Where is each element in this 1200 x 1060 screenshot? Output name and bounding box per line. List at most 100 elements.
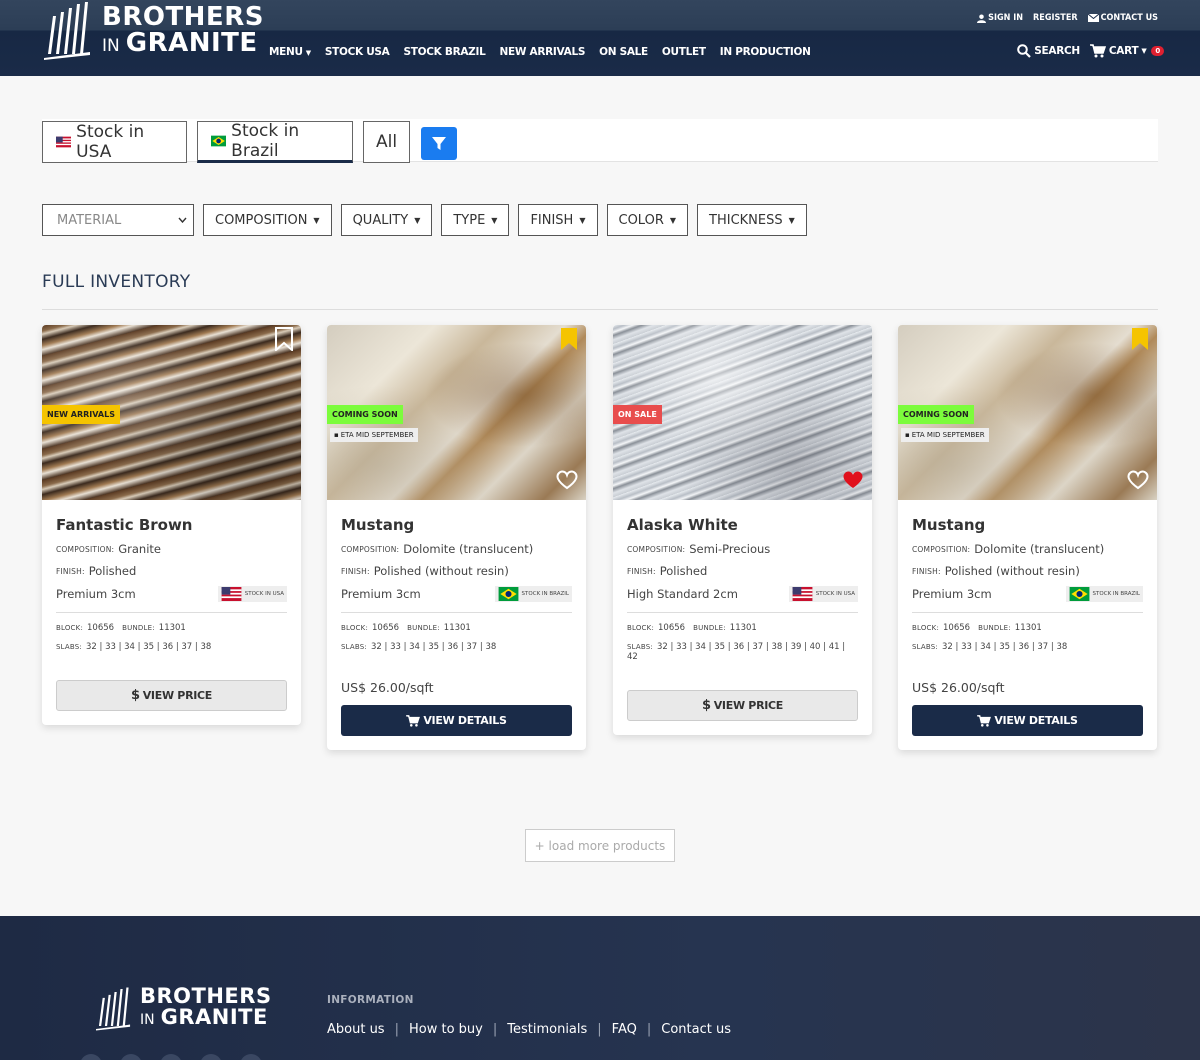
- coming-soon-badge: COMING SOON: [898, 405, 974, 424]
- cart-button[interactable]: CART ▼ 0: [1089, 44, 1164, 58]
- thickness-dropdown[interactable]: THICKNESS ▼: [697, 204, 807, 236]
- caret-down-icon: ▼: [305, 49, 311, 57]
- type-dropdown[interactable]: TYPE ▼: [441, 204, 510, 236]
- finish-value: Polished (without resin): [373, 564, 509, 578]
- block-label: BLOCK:: [341, 624, 368, 632]
- sign-in-link[interactable]: SIGN IN: [977, 13, 1023, 23]
- view-details-button[interactable]: VIEW DETAILS: [912, 705, 1143, 736]
- caret-down-icon: ▼: [788, 215, 795, 225]
- quality-value: Premium 3cm: [56, 587, 136, 601]
- slabs-value: 32 | 33 | 34 | 35 | 36 | 37 | 38: [370, 642, 497, 652]
- load-more-button[interactable]: + load more products: [525, 829, 675, 862]
- product-price: US$ 26.00/sqft: [912, 680, 1005, 695]
- product-image[interactable]: COMING SOON ▪ ETA MID SEPTEMBER: [327, 325, 586, 500]
- quality-value: Premium 3cm: [341, 587, 421, 601]
- nav-outlet[interactable]: OUTLET: [662, 46, 706, 58]
- product-name[interactable]: Fantastic Brown: [56, 516, 287, 534]
- tab-stock-usa[interactable]: Stock in USA: [42, 121, 187, 163]
- bookmark-outline-icon[interactable]: [275, 327, 293, 351]
- logo-in: IN: [102, 35, 120, 56]
- composition-dropdown[interactable]: COMPOSITION ▼: [203, 204, 332, 236]
- search-label: SEARCH: [1034, 45, 1080, 57]
- nav-on-sale[interactable]: ON SALE: [599, 46, 648, 58]
- footer-link-contact[interactable]: Contact us: [661, 1022, 731, 1037]
- view-price-button[interactable]: $ VIEW PRICE: [56, 680, 287, 711]
- social-icon[interactable]: [120, 1054, 142, 1060]
- finish-label: FINISH:: [912, 566, 941, 576]
- tab-stock-brazil[interactable]: Stock in Brazil: [197, 121, 353, 163]
- footer-link-faq[interactable]: FAQ: [612, 1022, 637, 1037]
- product-name[interactable]: Mustang: [341, 516, 572, 534]
- bookmark-filled-icon[interactable]: [560, 327, 578, 351]
- product-name[interactable]: Alaska White: [627, 516, 858, 534]
- footer-link-how-to-buy[interactable]: How to buy: [409, 1022, 483, 1037]
- finish-label: FINISH:: [341, 566, 370, 576]
- social-icon[interactable]: [200, 1054, 222, 1060]
- quality-dropdown[interactable]: QUALITY ▼: [340, 204, 433, 236]
- caret-down-icon: ▼: [579, 215, 586, 225]
- search-button[interactable]: SEARCH: [1017, 44, 1080, 58]
- nav-in-production[interactable]: IN PRODUCTION: [720, 46, 811, 58]
- tab-all[interactable]: All: [363, 121, 410, 163]
- filter-toggle-button[interactable]: [421, 127, 457, 160]
- slabs-value: 32 | 33 | 34 | 35 | 36 | 37 | 38 | 39 | …: [627, 642, 846, 662]
- slabs-label: SLABS:: [341, 643, 367, 651]
- brazil-flag-icon: [211, 135, 227, 147]
- contact-link[interactable]: CONTACT US: [1087, 13, 1158, 23]
- view-price-label: VIEW PRICE: [142, 689, 213, 702]
- product-image[interactable]: COMING SOON ▪ ETA MID SEPTEMBER: [898, 325, 1157, 500]
- stock-location-label: STOCK IN USA: [815, 591, 855, 597]
- footer-links: About us | How to buy | Testimonials | FAQ |…: [327, 1022, 731, 1037]
- calendar-icon: ▪: [905, 431, 910, 439]
- product-card: NEW ARRIVALS Fantastic Brown COMPOSITION…: [42, 325, 301, 725]
- composition-label: COMPOSITION:: [912, 544, 971, 554]
- view-details-button[interactable]: VIEW DETAILS: [341, 705, 572, 736]
- logo-in: IN: [140, 1012, 155, 1028]
- coming-soon-badge: COMING SOON: [327, 405, 403, 424]
- view-details-label: VIEW DETAILS: [994, 714, 1078, 727]
- block-label: BLOCK:: [627, 624, 654, 632]
- nav-new-arrivals[interactable]: NEW ARRIVALS: [500, 46, 586, 58]
- quality-dropdown-label: QUALITY: [352, 212, 409, 228]
- product-image[interactable]: NEW ARRIVALS: [42, 325, 301, 500]
- material-select[interactable]: MATERIAL: [42, 204, 194, 236]
- stock-location-label: STOCK IN BRAZIL: [521, 591, 569, 597]
- nav-menu[interactable]: MENU ▼: [269, 46, 311, 58]
- footer-logo[interactable]: BROTHERS IN GRANITE: [96, 986, 272, 1031]
- finish-dropdown-label: FINISH: [530, 212, 574, 228]
- social-icon[interactable]: [240, 1054, 262, 1060]
- nav-stock-brazil[interactable]: STOCK BRAZIL: [404, 46, 486, 58]
- social-icon[interactable]: [160, 1054, 182, 1060]
- register-link[interactable]: REGISTER: [1033, 13, 1078, 23]
- footer-link-about[interactable]: About us: [327, 1022, 385, 1037]
- heart-outline-icon[interactable]: [1127, 470, 1149, 490]
- block-label: BLOCK:: [56, 624, 83, 632]
- heart-filled-icon[interactable]: [842, 470, 864, 490]
- slabs-label: SLABS:: [912, 643, 938, 651]
- finish-value: Polished (without resin): [944, 564, 1080, 578]
- bookmark-filled-icon[interactable]: [1131, 327, 1149, 351]
- footer-logo-wordmark: BROTHERS IN GRANITE: [140, 986, 272, 1031]
- nav-stock-usa[interactable]: STOCK USA: [325, 46, 390, 58]
- bundle-label: BUNDLE:: [978, 624, 1011, 632]
- view-price-button[interactable]: $ VIEW PRICE: [627, 690, 858, 721]
- color-dropdown[interactable]: COLOR ▼: [606, 204, 689, 236]
- block-value: 10656: [943, 623, 971, 633]
- stock-location-label: STOCK IN BRAZIL: [1092, 591, 1140, 597]
- stock-location-badge: STOCK IN USA: [788, 586, 858, 602]
- main-nav: MENU ▼ STOCK USA STOCK BRAZIL NEW ARRIVAL…: [269, 46, 811, 58]
- product-name[interactable]: Mustang: [912, 516, 1143, 534]
- eta-label: ETA MID SEPTEMBER: [340, 431, 414, 439]
- nav-menu-label: MENU: [269, 46, 303, 58]
- block-value: 10656: [658, 623, 686, 633]
- footer-link-testimonials[interactable]: Testimonials: [507, 1022, 587, 1037]
- logo-wordmark: BROTHERS IN GRANITE: [102, 4, 264, 59]
- brand-logo[interactable]: BROTHERS IN GRANITE: [44, 2, 264, 60]
- finish-dropdown[interactable]: FINISH ▼: [518, 204, 598, 236]
- social-icon[interactable]: [80, 1054, 102, 1060]
- cart-icon: [406, 714, 421, 727]
- usa-flag-icon: [221, 587, 242, 601]
- heart-outline-icon[interactable]: [556, 470, 578, 490]
- product-image[interactable]: ON SALE: [613, 325, 872, 500]
- logo-line-1: BROTHERS: [140, 984, 272, 1008]
